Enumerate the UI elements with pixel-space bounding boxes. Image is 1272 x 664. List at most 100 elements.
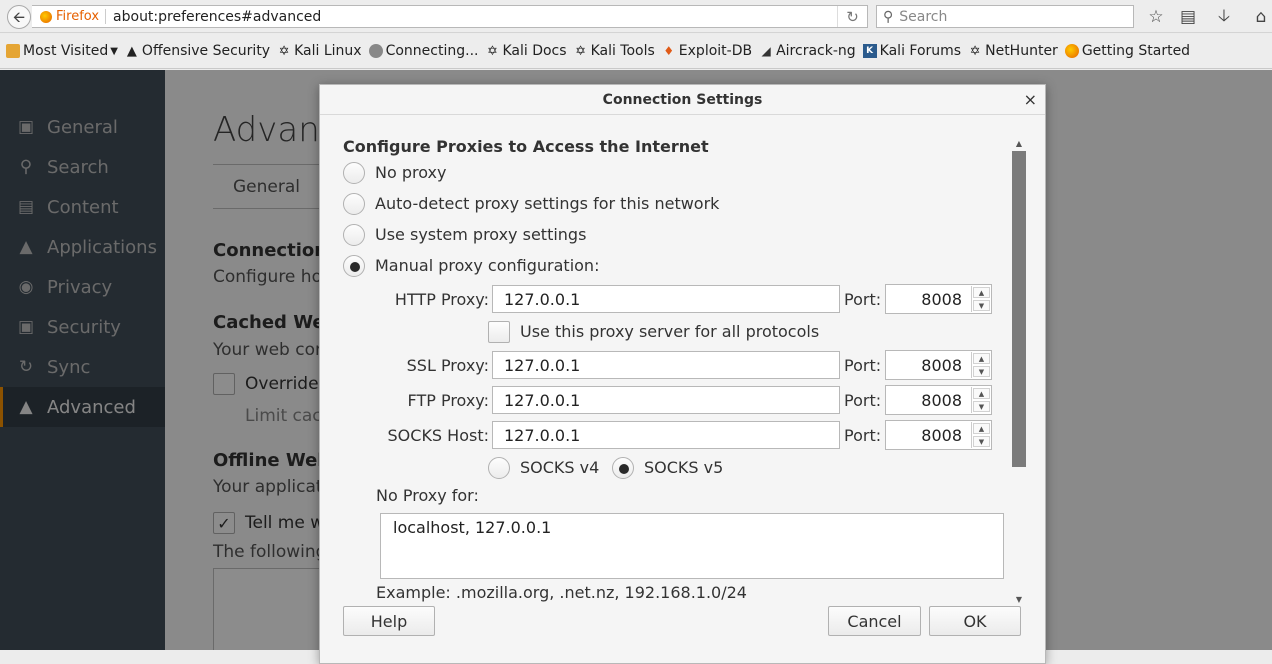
scroll-down-icon[interactable]: ▼ (1012, 593, 1026, 605)
manual-proxy-label: Manual proxy configuration: (375, 256, 600, 275)
reload-icon: ↻ (846, 7, 859, 26)
dialog-title: Connection Settings (602, 91, 763, 108)
bookmark-label: NetHunter (985, 43, 1058, 59)
bookmark-star-button[interactable]: ☆ (1144, 5, 1168, 29)
back-arrow-icon: 🡨 (12, 7, 26, 26)
no-proxy-for-label: No Proxy for: (376, 486, 479, 505)
ssl-port-value: 8008 (921, 355, 962, 375)
ftp-port-label: Port: (844, 391, 882, 410)
scroll-up-icon[interactable]: ▲ (1012, 137, 1026, 149)
bookmark-label: Aircrack-ng (776, 43, 856, 59)
close-icon[interactable]: × (1024, 90, 1037, 110)
ssl-port-spinner[interactable]: ▲ ▼ (971, 352, 991, 378)
auto-detect-radio[interactable] (343, 193, 365, 215)
http-port-label: Port: (844, 290, 882, 309)
bookmark-label: Kali Forums (879, 43, 962, 59)
bookmark-offensive-security[interactable]: ▲ Offensive Security (125, 43, 270, 59)
ftp-proxy-value: 127.0.0.1 (504, 390, 581, 410)
all-protocols-checkbox[interactable] (488, 321, 510, 343)
no-proxy-example: Example: .mozilla.org, .net.nz, 192.168.… (376, 583, 747, 602)
socks-host-label: SOCKS Host: (387, 426, 489, 445)
ftp-port-stepper[interactable]: 8008 ▲ ▼ (885, 385, 992, 415)
http-port-stepper[interactable]: 8008 ▲ ▼ (885, 284, 992, 314)
bookmark-kali-tools[interactable]: ✡ Kali Tools (574, 43, 655, 59)
socks-host-input[interactable]: 127.0.0.1 (492, 421, 840, 449)
all-protocols-label: Use this proxy server for all protocols (520, 322, 820, 341)
bookmark-kali-docs[interactable]: ✡ Kali Docs (485, 43, 567, 59)
back-button[interactable]: 🡨 (7, 5, 31, 29)
ssl-proxy-value: 127.0.0.1 (504, 355, 581, 375)
bookmark-kali-forums[interactable]: K Kali Forums (862, 43, 962, 59)
bookmark-label: Connecting... (385, 43, 479, 59)
spin-down-icon[interactable]: ▼ (973, 401, 990, 412)
socks-v4-radio[interactable] (488, 457, 510, 479)
http-port-spinner[interactable]: ▲ ▼ (971, 286, 991, 312)
spin-up-icon[interactable]: ▲ (973, 353, 990, 364)
no-proxy-for-textarea[interactable]: localhost, 127.0.0.1 (380, 513, 1004, 579)
firefox-icon (1064, 44, 1079, 58)
ssl-proxy-input[interactable]: 127.0.0.1 (492, 351, 840, 379)
home-icon: ⌂ (1255, 7, 1267, 27)
ftp-proxy-input[interactable]: 127.0.0.1 (492, 386, 840, 414)
socks-port-stepper[interactable]: 8008 ▲ ▼ (885, 420, 992, 450)
no-proxy-radio[interactable] (343, 162, 365, 184)
bookmark-most-visited[interactable]: Most Visited ▼ (6, 43, 118, 59)
search-placeholder: Search (899, 8, 948, 25)
bookmark-kali-linux[interactable]: ✡ Kali Linux (277, 43, 362, 59)
ok-button[interactable]: OK (929, 606, 1021, 636)
browser-toolbar: 🡨 Firefox about:preferences#advanced ↻ ⚲… (0, 0, 1272, 33)
ssl-port-stepper[interactable]: 8008 ▲ ▼ (885, 350, 992, 380)
bookmarks-menu-button[interactable]: ▤ (1176, 5, 1200, 29)
aircrack-icon: ◢ (761, 44, 771, 58)
manual-proxy-radio[interactable] (343, 255, 365, 277)
ssl-port-label: Port: (844, 356, 882, 375)
no-proxy-label: No proxy (375, 163, 447, 182)
auto-detect-label: Auto-detect proxy settings for this netw… (375, 194, 720, 213)
http-proxy-label: HTTP Proxy: (394, 290, 489, 309)
ftp-port-spinner[interactable]: ▲ ▼ (971, 387, 991, 413)
spin-down-icon[interactable]: ▼ (973, 300, 990, 311)
url-separator (105, 9, 107, 24)
reload-button[interactable]: ↻ (837, 6, 867, 27)
folder-icon (6, 44, 20, 58)
spin-down-icon[interactable]: ▼ (973, 366, 990, 377)
socks-v5-label: SOCKS v5 (644, 458, 724, 477)
home-button[interactable]: ⌂ (1249, 5, 1272, 29)
firefox-icon (40, 10, 52, 23)
bookmark-label: Exploit-DB (678, 43, 753, 59)
bookmark-connecting[interactable]: Connecting... (368, 43, 479, 59)
dialog-titlebar: Connection Settings (320, 85, 1045, 115)
kali-forums-icon: K (862, 44, 877, 58)
spin-up-icon[interactable]: ▲ (973, 388, 990, 399)
spin-down-icon[interactable]: ▼ (973, 436, 990, 447)
http-proxy-input[interactable]: 127.0.0.1 (492, 285, 840, 313)
socks-v5-radio[interactable] (612, 457, 634, 479)
socks-port-spinner[interactable]: ▲ ▼ (971, 422, 991, 448)
use-system-label: Use system proxy settings (375, 225, 587, 244)
bookmark-exploit-db[interactable]: ♦ Exploit-DB (662, 43, 752, 59)
spin-up-icon[interactable]: ▲ (973, 423, 990, 434)
bookmark-getting-started[interactable]: Getting Started (1064, 43, 1190, 59)
dialog-scrollbar[interactable]: ▲ ▼ (1012, 137, 1026, 605)
socks-v4-label: SOCKS v4 (520, 458, 600, 477)
bookmark-aircrack-ng[interactable]: ◢ Aircrack-ng (759, 43, 856, 59)
ftp-proxy-label: FTP Proxy: (407, 391, 489, 410)
connection-settings-dialog: Connection Settings × Configure Proxies … (319, 84, 1046, 664)
url-text[interactable]: about:preferences#advanced (113, 9, 837, 25)
bookmark-nethunter[interactable]: ✡ NetHunter (968, 43, 1058, 59)
downloads-button[interactable]: 🡣 (1212, 5, 1236, 29)
clipboard-icon: ▤ (1179, 7, 1197, 27)
socks-host-value: 127.0.0.1 (504, 425, 581, 445)
use-system-radio[interactable] (343, 224, 365, 246)
help-button-label: Help (370, 611, 408, 631)
cancel-button[interactable]: Cancel (828, 606, 921, 636)
cancel-button-label: Cancel (847, 611, 902, 631)
search-icon: ⚲ (883, 8, 894, 25)
spin-up-icon[interactable]: ▲ (973, 287, 990, 298)
url-bar[interactable]: Firefox about:preferences#advanced ↻ (32, 5, 868, 28)
search-bar[interactable]: ⚲ Search (876, 5, 1134, 28)
socks-port-value: 8008 (921, 425, 962, 445)
help-button[interactable]: Help (343, 606, 435, 636)
http-port-value: 8008 (921, 289, 962, 309)
scrollbar-thumb[interactable] (1012, 151, 1026, 467)
